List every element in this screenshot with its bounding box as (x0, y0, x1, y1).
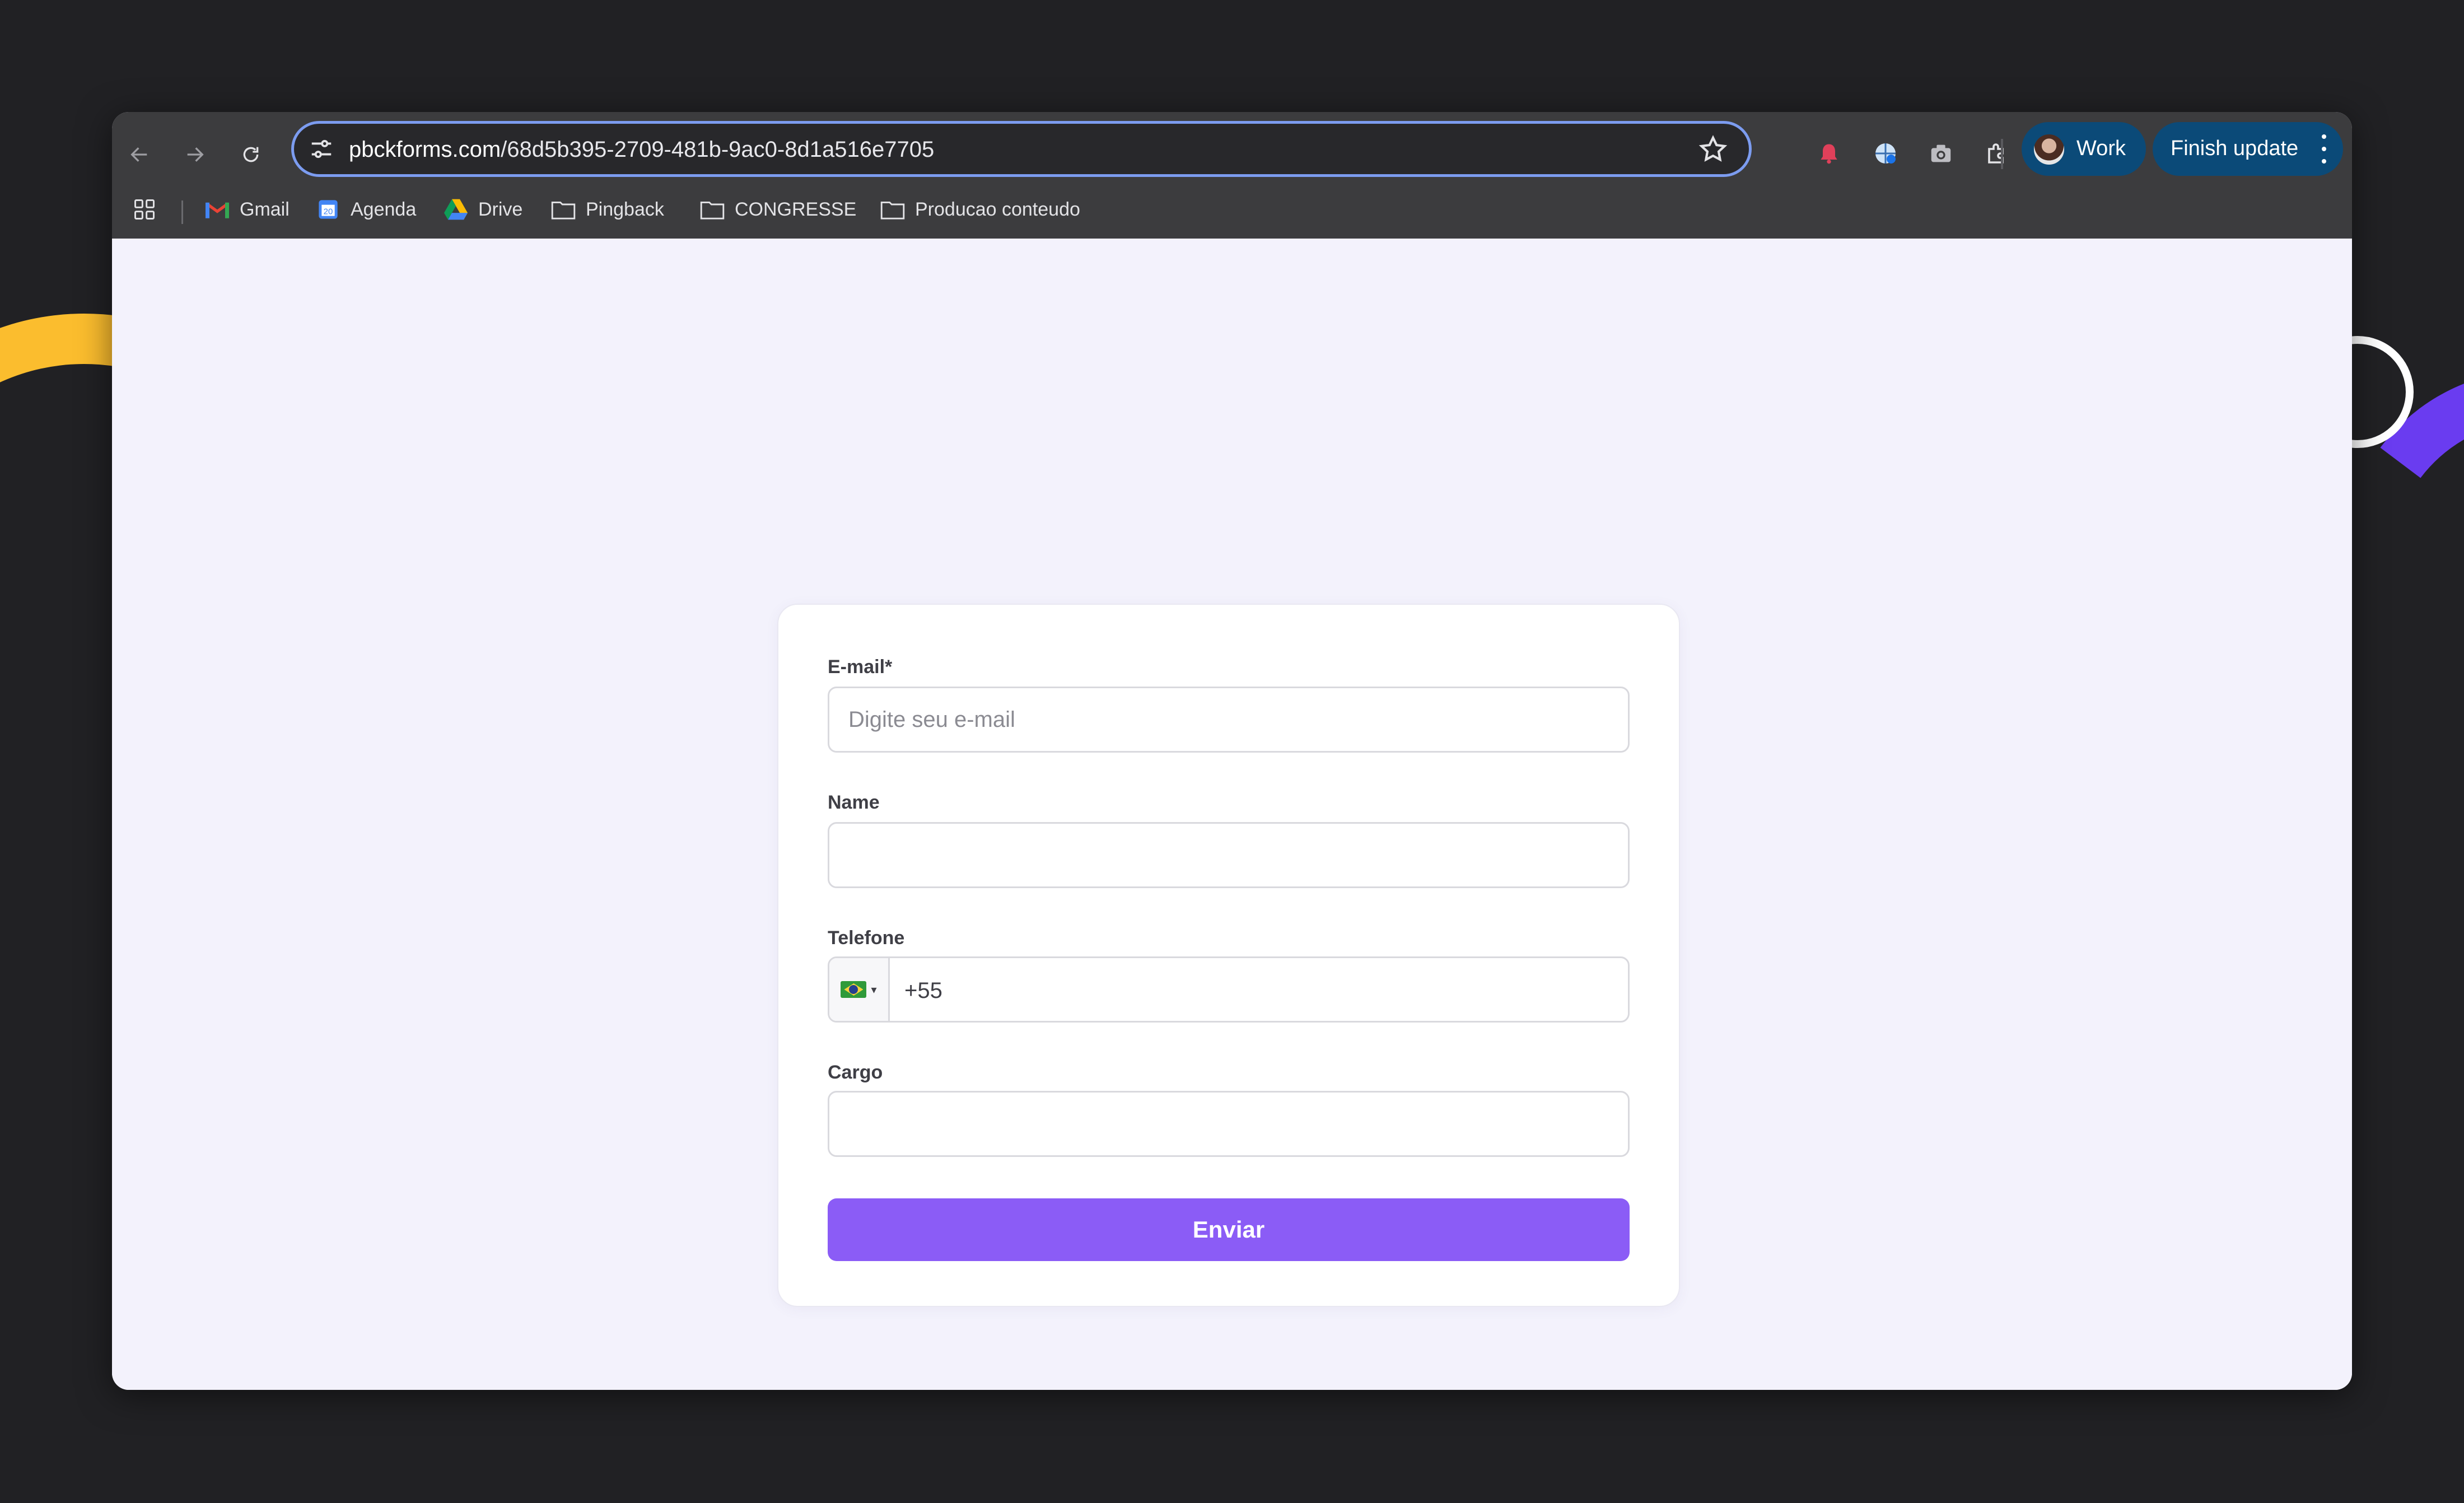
apps-grid-icon (134, 199, 155, 220)
gmail-icon (205, 197, 230, 222)
drive-icon (444, 197, 468, 222)
bookmarks-divider (181, 200, 183, 224)
bookmark-label: Pingback (586, 198, 664, 220)
country-selector[interactable]: ▾ (829, 958, 890, 1021)
bookmark-label: Gmail (240, 198, 290, 220)
bookmark-agenda[interactable]: 20 Agenda (316, 192, 416, 227)
site-settings-icon[interactable] (309, 136, 334, 162)
extension-bell-icon[interactable] (1807, 131, 1851, 176)
cargo-label: Cargo (828, 1062, 883, 1083)
bookmark-congresse[interactable]: CONGRESSE (700, 192, 856, 227)
phone-field: ▾ +55 (828, 956, 1630, 1023)
submit-button[interactable]: Enviar (828, 1198, 1630, 1261)
phone-input[interactable]: +55 (904, 978, 942, 1003)
email-label: E-mail* (828, 656, 893, 678)
reload-icon (243, 147, 259, 162)
profile-button[interactable]: Work (2022, 122, 2146, 176)
folder-icon (880, 197, 905, 222)
back-button[interactable] (117, 132, 162, 177)
forward-button[interactable] (172, 132, 217, 177)
bookmarks-bar: Gmail 20 Agenda Drive Pingback CONGRESSE… (112, 184, 2352, 239)
address-bar[interactable]: pbckforms.com/68d5b395-2709-481b-9ac0-8d… (291, 121, 1752, 177)
reload-button[interactable] (228, 132, 273, 177)
avatar (2034, 134, 2064, 165)
bookmark-gmail[interactable]: Gmail (205, 192, 290, 227)
bookmark-label: Agenda (351, 198, 417, 220)
browser-toolbar: pbckforms.com/68d5b395-2709-481b-9ac0-8d… (112, 112, 2352, 239)
email-field[interactable] (828, 687, 1630, 753)
url-text: pbckforms.com/68d5b395-2709-481b-9ac0-8d… (349, 137, 934, 162)
bookmark-producao-conteudo[interactable]: Producao conteudo (880, 192, 1080, 227)
form-card: E-mail* Name Telefone ▾ +55 Cargo Enviar (777, 604, 1680, 1307)
url-path: /68d5b395-2709-481b-9ac0-8d1a516e7705 (501, 137, 935, 162)
browser-window: pbckforms.com/68d5b395-2709-481b-9ac0-8d… (112, 112, 2352, 1390)
svg-text:20: 20 (324, 207, 333, 216)
telefone-label: Telefone (828, 927, 905, 949)
bookmark-star-icon[interactable] (1697, 134, 1729, 165)
finish-update-label: Finish update (2171, 137, 2299, 160)
apps-button[interactable] (132, 192, 157, 227)
extension-globe-icon[interactable] (1863, 131, 1908, 176)
calendar-icon: 20 (316, 197, 340, 222)
profile-label: Work (2076, 137, 2126, 160)
bookmark-label: CONGRESSE (735, 198, 857, 220)
arrow-left-icon (130, 147, 147, 162)
brazil-flag-icon (841, 981, 867, 998)
name-field[interactable] (828, 822, 1630, 888)
cargo-field[interactable] (828, 1091, 1630, 1157)
bookmark-pingback[interactable]: Pingback (551, 192, 664, 227)
toolbar-divider (2001, 139, 2003, 169)
extension-camera-icon[interactable] (1919, 131, 1963, 176)
bookmark-drive[interactable]: Drive (444, 192, 522, 227)
kebab-menu-icon (2318, 134, 2330, 164)
name-label: Name (828, 792, 880, 813)
folder-icon (551, 197, 576, 222)
arrow-right-icon (187, 147, 204, 162)
folder-icon (700, 197, 725, 222)
url-host: pbckforms.com (349, 137, 501, 162)
bookmark-label: Producao conteudo (915, 198, 1080, 220)
caret-down-icon: ▾ (871, 983, 877, 996)
extensions-puzzle-icon[interactable] (1975, 131, 2019, 176)
finish-update-button[interactable]: Finish update (2153, 122, 2343, 176)
page-content: E-mail* Name Telefone ▾ +55 Cargo Enviar (112, 239, 2352, 1390)
bookmark-label: Drive (478, 198, 523, 220)
